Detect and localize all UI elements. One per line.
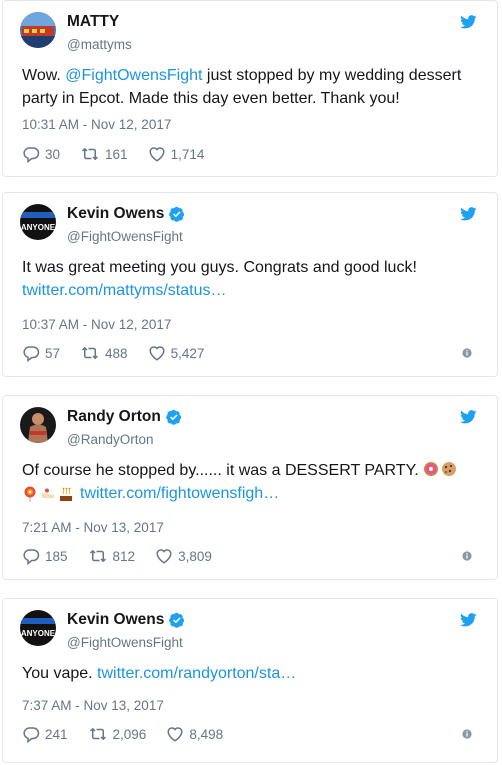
verified-badge-icon: [166, 409, 182, 425]
tweet-card[interactable]: MATTY @mattyms Wow. @FightOwensFight jus…: [2, 0, 498, 177]
retweet-button[interactable]: 2,096: [88, 725, 147, 743]
like-count: 3,809: [178, 548, 212, 564]
reply-icon: [22, 145, 40, 163]
retweet-count: 488: [105, 345, 128, 361]
mention-link[interactable]: @FightOwensFight: [65, 67, 202, 84]
user-handle[interactable]: @FightOwensFight: [67, 635, 183, 650]
display-name[interactable]: Kevin Owens: [67, 611, 185, 629]
retweet-icon: [88, 725, 108, 743]
doughnut-icon: [424, 462, 439, 476]
reply-icon: [22, 725, 40, 743]
tweet-link[interactable]: twitter.com/fightowensfigh…: [80, 482, 279, 505]
retweet-icon: [88, 547, 108, 565]
tweet-card[interactable]: ANYONE Kevin Owens @FightOwensFight You …: [2, 598, 498, 763]
user-handle[interactable]: @mattyms: [67, 37, 132, 52]
like-button[interactable]: 3,809: [155, 547, 212, 565]
tweet-text: Of course he stopped by...... it was a D…: [22, 459, 479, 505]
heart-icon: [148, 344, 166, 362]
tweet-text: Wow. @FightOwensFight just stopped by my…: [22, 67, 462, 107]
retweet-button[interactable]: 812: [88, 547, 136, 565]
retweet-icon: [80, 145, 100, 163]
reply-count: 185: [45, 548, 68, 564]
tweet-text: It was great meeting you guys. Congrats …: [22, 256, 479, 302]
timestamp[interactable]: 7:37 AM - Nov 13, 2017: [22, 698, 164, 713]
reply-icon: [22, 547, 40, 565]
avatar[interactable]: [20, 12, 56, 48]
display-name[interactable]: MATTY: [67, 13, 119, 31]
user-handle[interactable]: @FightOwensFight: [67, 229, 183, 244]
avatar[interactable]: [20, 407, 56, 443]
reply-count: 57: [45, 345, 61, 361]
avatar-text: ANYONE: [21, 223, 56, 232]
action-bar: 185 812 3,809: [22, 547, 232, 565]
like-count: 5,427: [170, 345, 205, 361]
twitter-bird-icon[interactable]: [460, 410, 477, 424]
reply-button[interactable]: 57: [22, 344, 60, 362]
reply-button[interactable]: 185: [22, 547, 68, 565]
heart-icon: [166, 725, 184, 743]
reply-count: 241: [45, 726, 68, 742]
retweet-button[interactable]: 488: [80, 344, 128, 362]
retweet-count: 161: [105, 146, 128, 162]
info-icon[interactable]: [462, 729, 472, 739]
twitter-bird-icon[interactable]: [460, 613, 477, 627]
heart-icon: [148, 145, 166, 163]
tweet-text: You vape. twitter.com/randyorton/sta…: [22, 665, 297, 682]
user-handle[interactable]: @RandyOrton: [67, 432, 154, 447]
info-icon[interactable]: [462, 348, 472, 358]
reply-icon: [22, 344, 40, 362]
avatar[interactable]: ANYONE: [20, 204, 56, 240]
birthday-cake-icon: [60, 487, 72, 501]
twitter-bird-icon[interactable]: [460, 207, 477, 221]
reply-button[interactable]: 30: [22, 145, 60, 163]
twitter-bird-icon[interactable]: [460, 15, 477, 29]
display-name[interactable]: Kevin Owens: [67, 205, 185, 223]
like-button[interactable]: 1,714: [148, 145, 205, 163]
avatar-text: ANYONE: [21, 629, 56, 638]
retweet-count: 812: [112, 548, 136, 564]
tweet-link[interactable]: twitter.com/mattyms/status…: [22, 279, 479, 302]
action-bar: 57 488 5,427: [22, 344, 224, 362]
cookie-icon: [442, 462, 457, 476]
avatar[interactable]: ANYONE: [20, 610, 56, 646]
timestamp[interactable]: 7:21 AM - Nov 13, 2017: [22, 520, 164, 535]
action-bar: 30 161 1,714: [22, 145, 224, 163]
retweet-icon: [80, 344, 100, 362]
like-count: 8,498: [189, 726, 224, 742]
like-count: 1,714: [170, 146, 205, 162]
display-name[interactable]: Randy Orton: [67, 408, 182, 426]
reply-button[interactable]: 241: [22, 725, 68, 743]
reply-count: 30: [45, 146, 61, 162]
timestamp[interactable]: 10:31 AM - Nov 12, 2017: [22, 117, 171, 132]
lollipop-icon: [24, 486, 36, 502]
verified-badge-icon: [169, 612, 185, 628]
timestamp[interactable]: 10:37 AM - Nov 12, 2017: [22, 317, 171, 332]
tweet-card[interactable]: Randy Orton @RandyOrton Of course he sto…: [2, 395, 498, 580]
tweet-link[interactable]: twitter.com/randyorton/sta…: [97, 665, 296, 682]
action-bar: 241 2,096 8,498: [22, 725, 243, 743]
shortcake-icon: [42, 488, 54, 498]
like-button[interactable]: 8,498: [166, 725, 223, 743]
retweet-count: 2,096: [112, 726, 147, 742]
heart-icon: [155, 547, 173, 565]
verified-badge-icon: [169, 206, 185, 222]
like-button[interactable]: 5,427: [148, 344, 205, 362]
retweet-button[interactable]: 161: [80, 145, 128, 163]
info-icon[interactable]: [462, 551, 472, 561]
tweet-card[interactable]: ANYONE Kevin Owens @FightOwensFight It w…: [2, 192, 498, 377]
